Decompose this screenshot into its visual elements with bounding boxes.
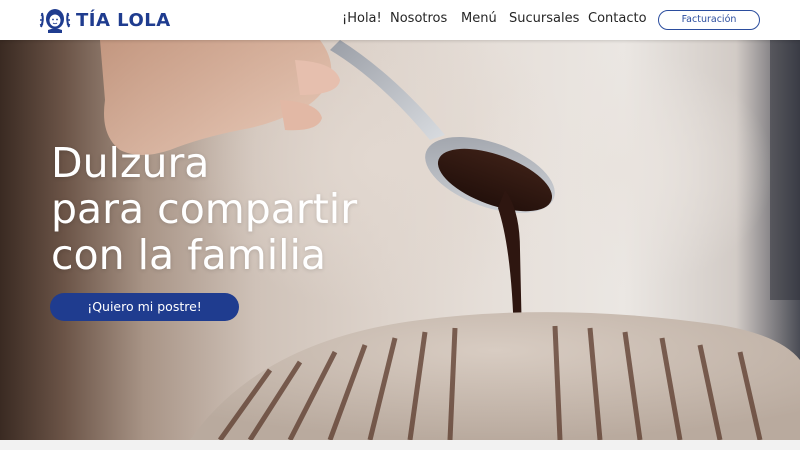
order-dessert-button[interactable]: ¡Quiero mi postre!	[50, 293, 239, 321]
nav-item-menu[interactable]: Menú	[461, 11, 497, 26]
nav-item-hola[interactable]: ¡Hola!	[342, 11, 382, 26]
site-header: TÍA LOLA ¡Hola! Nosotros Menú Sucursales…	[0, 0, 800, 40]
nav-item-contacto[interactable]: Contacto	[588, 11, 647, 26]
hero-title-line-2: para compartir	[51, 185, 358, 233]
billing-button[interactable]: Facturación	[658, 10, 760, 30]
hero-title-line-3: con la familia	[51, 231, 326, 279]
brand-name: TÍA LOLA	[76, 9, 171, 31]
hero-title-line-1: Dulzura	[51, 139, 210, 187]
hero-title: Dulzura para compartir con la familia	[51, 140, 357, 278]
tia-lola-logo-icon	[39, 9, 71, 33]
hero-banner: Dulzura para compartir con la familia ¡Q…	[0, 40, 800, 440]
nav-item-sucursales[interactable]: Sucursales	[509, 11, 579, 26]
brand-logo[interactable]: TÍA LOLA	[39, 7, 171, 33]
nav-item-nosotros[interactable]: Nosotros	[390, 11, 447, 26]
section-divider	[0, 440, 800, 450]
